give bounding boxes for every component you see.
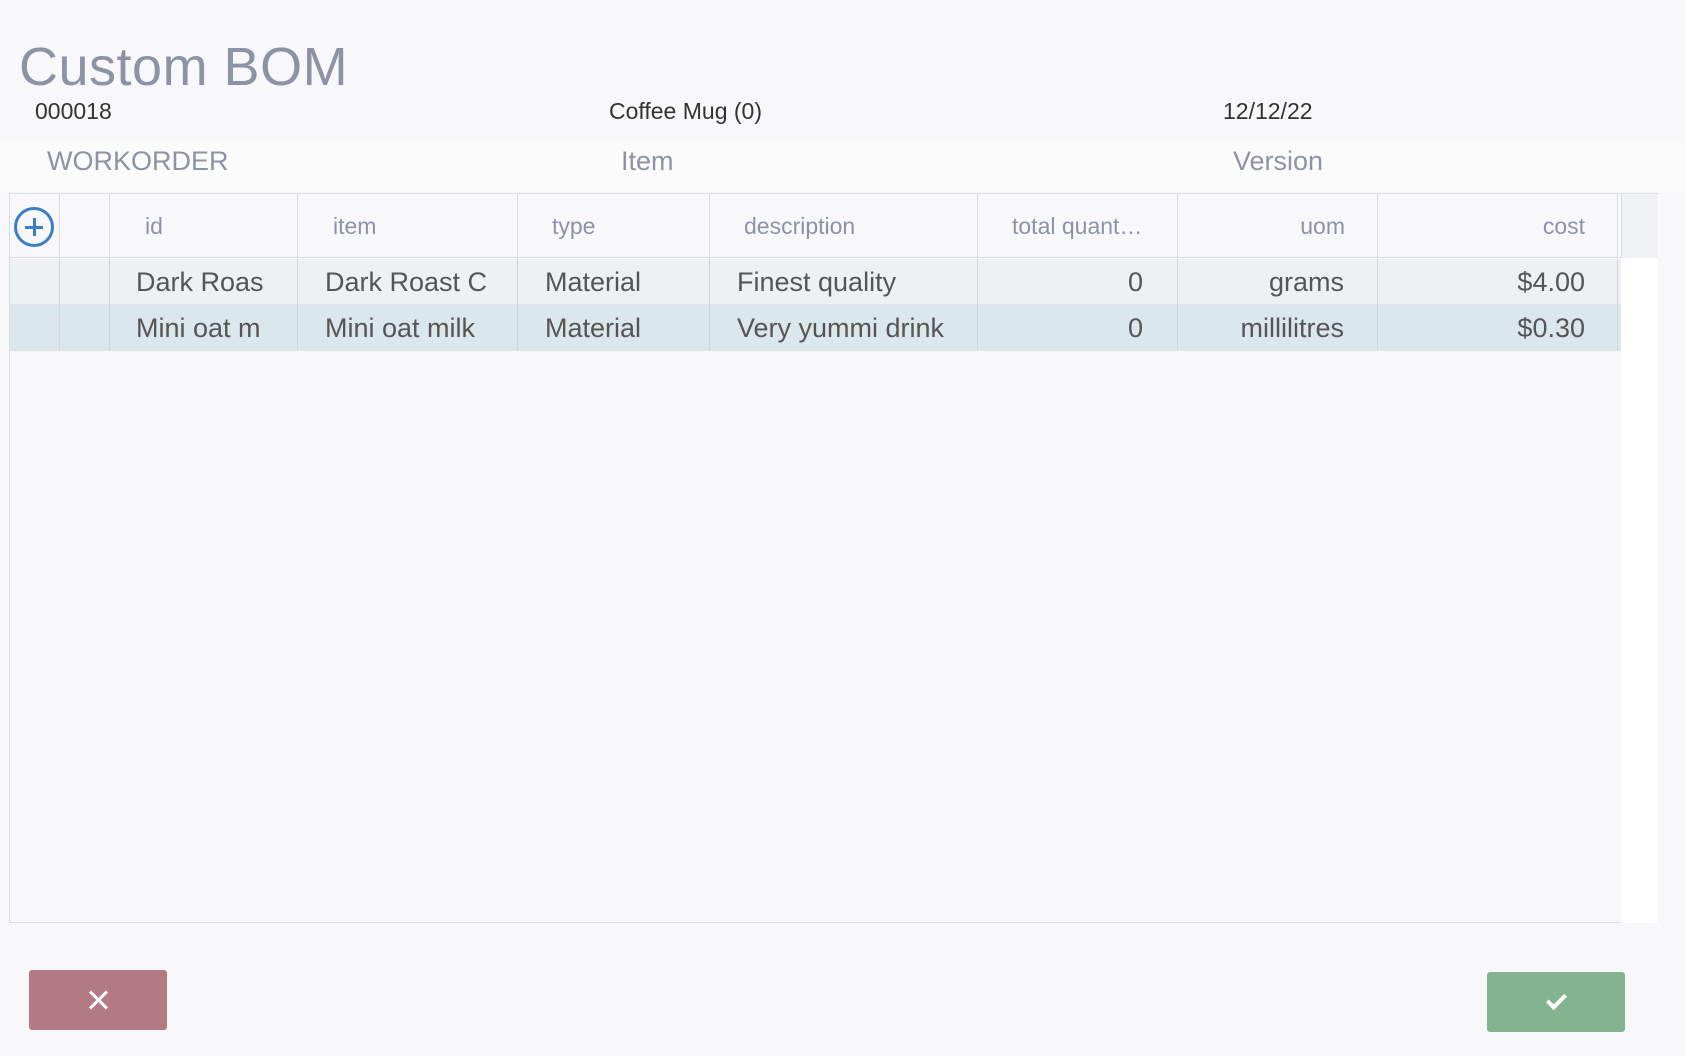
column-header-total-quantity[interactable]: total quant… bbox=[978, 194, 1178, 258]
column-header-id[interactable]: id bbox=[110, 194, 298, 258]
version-label: Version bbox=[1233, 146, 1324, 176]
cell-type[interactable]: Material bbox=[518, 259, 710, 305]
item-value: Coffee Mug (0) bbox=[609, 98, 762, 124]
select-column-header bbox=[60, 194, 110, 258]
item-label: Item bbox=[621, 146, 674, 176]
column-header-item[interactable]: item bbox=[298, 194, 518, 258]
cell-total-quantity[interactable]: 0 bbox=[978, 305, 1178, 351]
row-gutter bbox=[10, 259, 60, 305]
version-value: 12/12/22 bbox=[1223, 98, 1313, 124]
cell-id[interactable]: Mini oat m bbox=[110, 305, 298, 351]
custom-bom-dialog: Custom BOM 000018 Coffee Mug (0) 12/12/2… bbox=[0, 0, 1686, 1056]
table-row[interactable]: Dark Roast Dark Roast C Material Finest … bbox=[10, 259, 1621, 305]
row-select-cell[interactable] bbox=[60, 305, 110, 351]
grid-header: id item type description total quant… uo… bbox=[10, 194, 1658, 258]
workorder-label: WORKORDER bbox=[47, 146, 229, 176]
cell-cost[interactable]: $4.00 bbox=[1378, 259, 1618, 305]
confirm-button[interactable] bbox=[1487, 972, 1625, 1032]
column-header-description[interactable]: description bbox=[710, 194, 978, 258]
cell-description[interactable]: Very yummi drink bbox=[710, 305, 978, 351]
column-header-uom[interactable]: uom bbox=[1178, 194, 1378, 258]
row-gutter bbox=[10, 305, 60, 351]
grid-header-filler bbox=[1621, 194, 1658, 258]
cell-total-quantity[interactable]: 0 bbox=[978, 259, 1178, 305]
header-label-band bbox=[0, 140, 1686, 192]
row-select-cell[interactable] bbox=[60, 259, 110, 305]
cell-item[interactable]: Dark Roast C bbox=[298, 259, 518, 305]
column-header-type[interactable]: type bbox=[518, 194, 710, 258]
close-icon bbox=[88, 990, 108, 1010]
cell-item[interactable]: Mini oat milk bbox=[298, 305, 518, 351]
cell-type[interactable]: Material bbox=[518, 305, 710, 351]
cell-id[interactable]: Dark Roast bbox=[110, 259, 298, 305]
cancel-button[interactable] bbox=[29, 970, 167, 1030]
bom-grid: id item type description total quant… uo… bbox=[9, 193, 1658, 923]
cell-uom[interactable]: millilitres bbox=[1178, 305, 1378, 351]
check-icon bbox=[1545, 988, 1567, 1010]
cell-cost[interactable]: $0.30 bbox=[1378, 305, 1618, 351]
page-title: Custom BOM bbox=[19, 37, 349, 97]
table-row[interactable]: Mini oat m Mini oat milk Material Very y… bbox=[10, 305, 1621, 351]
grid-scroll-area bbox=[1621, 258, 1658, 923]
add-circle-icon[interactable] bbox=[14, 207, 54, 247]
workorder-value: 000018 bbox=[35, 98, 112, 124]
cell-uom[interactable]: grams bbox=[1178, 259, 1378, 305]
add-column-header bbox=[10, 194, 60, 258]
cell-description[interactable]: Finest quality bbox=[710, 259, 978, 305]
column-header-cost[interactable]: cost bbox=[1378, 194, 1618, 258]
